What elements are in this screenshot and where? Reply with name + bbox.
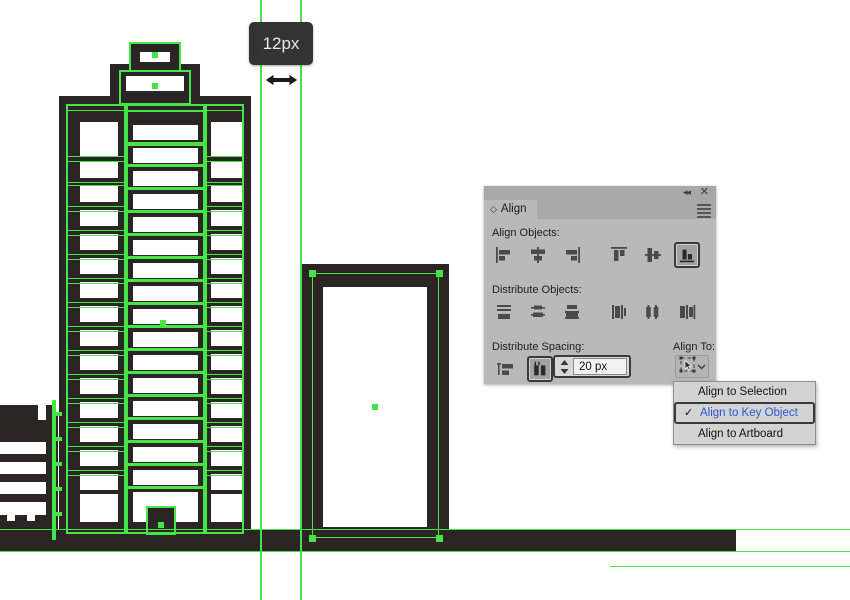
horizontal-distribute-left-button[interactable]	[606, 299, 632, 325]
diamond-icon: ◇	[490, 204, 497, 214]
horizontal-align-left-button[interactable]	[491, 242, 517, 268]
top-block-anchor	[152, 52, 158, 58]
vertical-align-bottom-button[interactable]	[674, 242, 700, 268]
distribute-objects-label: Distribute Objects:	[492, 284, 582, 296]
door-handle-bottom-right[interactable]	[436, 535, 443, 542]
align-objects-buttons	[491, 242, 700, 268]
distribute-objects-buttons	[491, 299, 700, 325]
tab-align[interactable]: ◇ Align	[484, 200, 537, 219]
horizontal-guide-ground-bottom	[0, 551, 850, 553]
distribute-spacing-label: Distribute Spacing:	[492, 341, 585, 353]
horizontal-align-center-button[interactable]	[525, 242, 551, 268]
align-to-dropdown-menu[interactable]: Align to Selection ✓ Align to Key Object…	[673, 381, 816, 445]
entrance-selection[interactable]	[146, 506, 176, 535]
vertical-align-center-button[interactable]	[640, 242, 666, 268]
spacing-value-input[interactable]: 20 px	[573, 358, 627, 375]
key-object-icon	[679, 356, 696, 378]
distribute-spacing-buttons	[493, 356, 553, 382]
panel-menu-icon[interactable]	[697, 204, 711, 218]
entrance-anchor	[158, 522, 164, 528]
small-building-edge-selection[interactable]	[52, 400, 56, 540]
vertical-distribute-spacing-button[interactable]	[493, 356, 519, 382]
horizontal-guide-baseline	[610, 566, 850, 568]
vertical-distribute-bottom-button[interactable]	[559, 299, 585, 325]
horizontal-distribute-right-button[interactable]	[674, 299, 700, 325]
vertical-align-top-button[interactable]	[606, 242, 632, 268]
align-objects-label: Align Objects:	[492, 227, 560, 239]
stepper-up-down-icon[interactable]	[555, 357, 573, 376]
center-column-anchor	[160, 320, 166, 326]
vertical-distribute-center-button[interactable]	[525, 299, 551, 325]
mid-block-anchor	[152, 83, 158, 89]
horizontal-align-right-button[interactable]	[559, 242, 585, 268]
panel-tabstrip: ◇ Align	[484, 200, 716, 219]
collapse-double-chevron-icon[interactable]: ◂◂	[683, 187, 691, 198]
door-handle-top-right[interactable]	[436, 270, 443, 277]
menu-item-align-to-selection[interactable]: Align to Selection	[674, 382, 815, 402]
vertical-guide-left	[260, 0, 262, 600]
panel-title: Align	[500, 203, 527, 215]
horizontal-distribute-center-button[interactable]	[640, 299, 666, 325]
panel-titlebar[interactable]: ◂◂ ✕	[484, 186, 716, 200]
door-handle-bottom-left[interactable]	[309, 535, 316, 542]
illustrator-canvas: 12px ◂◂ ✕ ◇ Align Align Objects: Distrib…	[0, 0, 850, 600]
door-center-anchor	[372, 404, 378, 410]
horizontal-distribute-spacing-button[interactable]	[527, 356, 553, 382]
vertical-distribute-top-button[interactable]	[491, 299, 517, 325]
close-icon[interactable]: ✕	[700, 186, 709, 199]
check-icon: ✓	[684, 407, 694, 419]
align-to-button[interactable]	[675, 355, 709, 378]
menu-item-label: Align to Key Object	[700, 407, 798, 419]
door-handle-top-left[interactable]	[309, 270, 316, 277]
horizontal-resize-arrow-icon	[264, 72, 299, 88]
chevron-down-icon	[697, 358, 706, 376]
align-to-label: Align To:	[673, 341, 715, 353]
spacing-tooltip: 12px	[249, 22, 313, 65]
vertical-guide-right	[300, 0, 302, 600]
menu-item-align-to-artboard[interactable]: Align to Artboard	[674, 424, 815, 444]
distribute-spacing-field[interactable]: 20 px	[553, 355, 631, 378]
menu-item-align-to-key-object[interactable]: ✓ Align to Key Object	[674, 402, 815, 424]
